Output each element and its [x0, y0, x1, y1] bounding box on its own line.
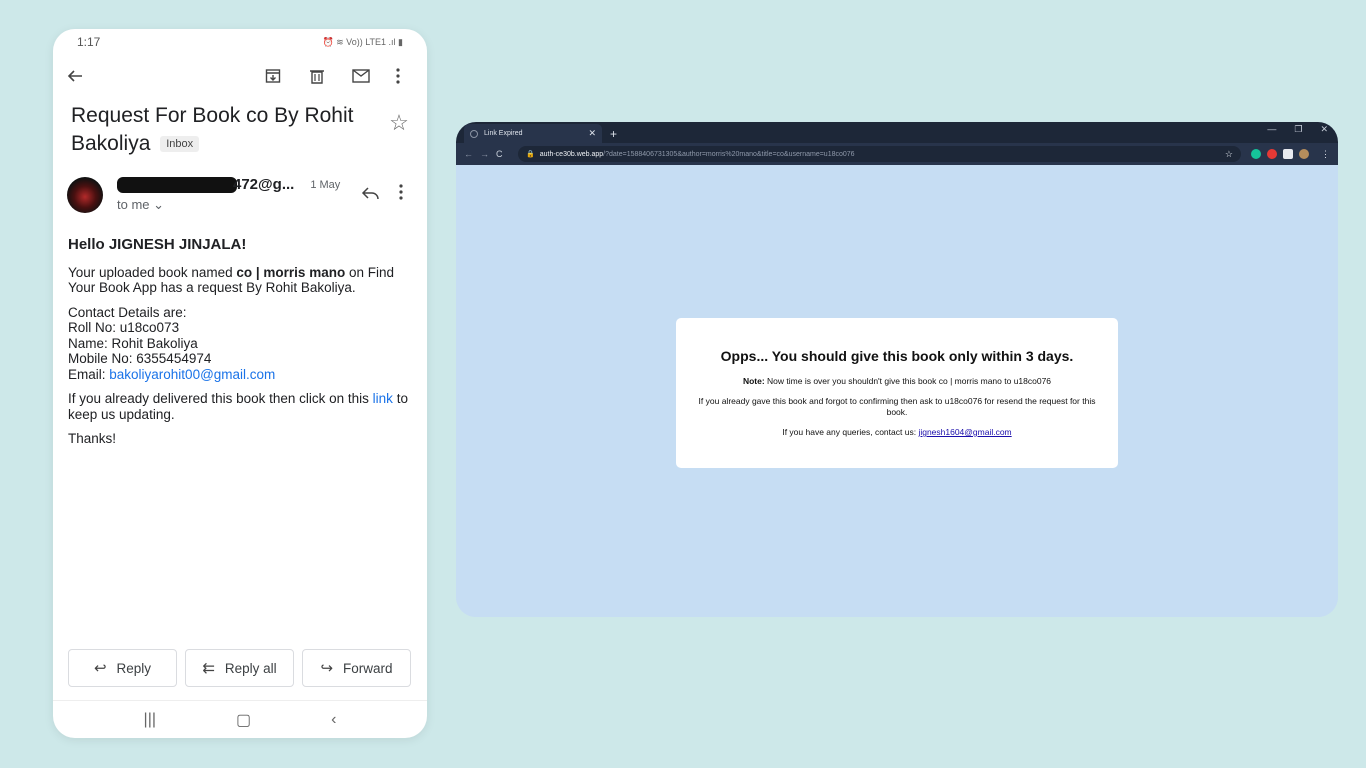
chevron-down-icon: ⌄	[153, 197, 165, 213]
bookmark-star-icon[interactable]: ☆	[1225, 149, 1233, 160]
email-paragraph-request: Your uploaded book named co | morris man…	[68, 265, 412, 296]
browser-tab[interactable]: Link Expired ✕	[464, 124, 602, 143]
extension-icons: ⋮	[1251, 149, 1330, 160]
contact-title: Contact Details are:	[68, 304, 187, 320]
expired-heading: Opps... You should give this book only w…	[720, 348, 1074, 364]
contact-mobile: Mobile No: 6355454974	[68, 351, 212, 367]
expired-note: Note: Now time is over you shouldn't giv…	[676, 376, 1118, 387]
email-actions: ↩ Reply ⇇ Reply all ↪ Forward	[68, 649, 411, 687]
android-nav-bar: ||| ▢ ‹	[53, 700, 427, 738]
subject-row: Request For Book co By Rohit Bakoliya In…	[53, 97, 427, 158]
reply-button[interactable]: ↩ Reply	[68, 649, 177, 687]
forward-icon: ↪	[320, 660, 334, 677]
profile-avatar-icon[interactable]	[1299, 149, 1309, 159]
p3-start: If you already delivered this book then …	[68, 391, 373, 407]
reply-icon: ↩	[93, 660, 107, 677]
back-icon[interactable]: ←	[464, 149, 480, 159]
email-body: Hello JIGNESH JINJALA! Your uploaded boo…	[53, 213, 427, 447]
close-tab-icon[interactable]: ✕	[588, 128, 596, 139]
recents-icon[interactable]: |||	[144, 711, 156, 729]
reply-label: Reply	[116, 660, 152, 676]
forward-nav-icon[interactable]: →	[480, 149, 496, 159]
url-host: auth-ce30b.web.app	[539, 150, 604, 158]
tab-strip: Link Expired ✕ + — ❐ ✕	[456, 122, 1338, 143]
reply-icon[interactable]	[351, 184, 389, 205]
url-input[interactable]: 🔒 auth-ce30b.web.app /?date=158840673130…	[518, 146, 1241, 162]
sender-row: 472@g... 1 May to me ⌄	[53, 158, 427, 213]
forward-label: Forward	[343, 660, 393, 676]
contact-prefix: If you have any queries, contact us:	[782, 427, 919, 437]
email-toolbar	[53, 55, 427, 97]
email-contact-details: Contact Details are: Roll No: u18co073 N…	[68, 305, 412, 383]
email-paragraph-delivered: If you already delivered this book then …	[68, 391, 412, 422]
email-subject: Request For Book co By Rohit Bakoliya In…	[71, 102, 385, 158]
recipients-text: to me	[117, 197, 150, 213]
minimize-icon[interactable]: —	[1267, 124, 1276, 135]
recipients-toggle[interactable]: to me ⌄	[117, 197, 351, 213]
archive-icon[interactable]	[251, 60, 295, 92]
address-bar-row: ← → C 🔒 auth-ce30b.web.app /?date=158840…	[456, 143, 1338, 165]
more-vert-icon[interactable]	[389, 184, 413, 205]
url-path: /?date=1588406731305&author=morris%20man…	[603, 150, 855, 158]
status-icons: ⏰ ≋ Vo)) LTE1 .ıl ▮	[322, 36, 403, 47]
grammarly-extension-icon[interactable]	[1251, 149, 1261, 159]
new-tab-icon[interactable]: +	[610, 127, 617, 141]
nav-back-icon[interactable]: ‹	[331, 711, 336, 729]
reply-all-icon: ⇇	[202, 660, 215, 677]
lock-icon: 🔒	[526, 151, 535, 158]
contact-email-label: Email:	[68, 366, 110, 382]
resend-instructions: If you already gave this book and forgot…	[698, 396, 1096, 417]
inbox-label-badge[interactable]: Inbox	[160, 136, 200, 153]
reply-all-label: Reply all	[224, 660, 277, 676]
note-label: Note:	[742, 376, 765, 386]
close-window-icon[interactable]: ✕	[1320, 124, 1328, 135]
window-controls: — ❐ ✕	[1267, 124, 1328, 135]
expired-message-card: Opps... You should give this book only w…	[676, 318, 1118, 468]
reload-icon[interactable]: C	[496, 149, 512, 159]
contact-roll: Roll No: u18co073	[68, 320, 180, 336]
avatar[interactable]	[67, 176, 103, 213]
status-time: 1:17	[77, 35, 101, 49]
sender-date: 1 May	[310, 178, 341, 191]
delete-icon[interactable]	[295, 60, 339, 92]
star-icon[interactable]: ☆	[385, 110, 413, 136]
extension-icon-square[interactable]	[1283, 149, 1293, 159]
mail-icon[interactable]	[339, 60, 383, 92]
redaction-bar	[117, 177, 237, 194]
home-icon[interactable]: ▢	[236, 710, 251, 730]
p1-start: Your uploaded book named	[68, 264, 237, 280]
reply-all-button[interactable]: ⇇ Reply all	[185, 649, 294, 687]
subject-text: Request For Book co By Rohit Bakoliya	[71, 104, 354, 155]
contact-line: If you have any queries, contact us: jig…	[676, 427, 1118, 438]
restore-icon[interactable]: ❐	[1294, 124, 1302, 135]
back-arrow-icon[interactable]	[67, 60, 91, 92]
page-viewport: Opps... You should give this book only w…	[456, 165, 1338, 617]
note-text: Now time is over you shouldn't give this…	[764, 376, 1052, 386]
tab-favicon-icon	[470, 129, 478, 138]
email-greeting: Hello JIGNESH JINJALA!	[68, 236, 247, 254]
more-vert-icon[interactable]	[383, 60, 413, 92]
extension-icon-red[interactable]	[1267, 149, 1277, 159]
book-name: co | morris mano	[236, 264, 346, 280]
contact-email-link[interactable]: bakoliyarohit00@gmail.com	[109, 367, 275, 382]
phone-screen: 1:17 ⏰ ≋ Vo)) LTE1 .ıl ▮ Request For Boo…	[53, 29, 427, 738]
email-thanks: Thanks!	[68, 431, 117, 447]
contact-name: Name: Rohit Bakoliya	[68, 335, 198, 351]
browser-menu-icon[interactable]: ⋮	[1321, 149, 1330, 160]
sender-email: 472@g...	[117, 176, 295, 194]
status-bar: 1:17 ⏰ ≋ Vo)) LTE1 .ıl ▮	[53, 29, 427, 55]
update-link[interactable]: link	[373, 391, 393, 406]
browser-window: Link Expired ✕ + — ❐ ✕ ← → C 🔒 auth-ce30…	[456, 122, 1338, 617]
forward-button[interactable]: ↪ Forward	[302, 649, 411, 687]
sender-email-text: 472@g...	[233, 176, 295, 193]
sender-info[interactable]: 472@g... 1 May to me ⌄	[117, 176, 351, 213]
contact-email-link[interactable]: jignesh1604@gmail.com	[918, 427, 1011, 437]
tab-title: Link Expired	[484, 130, 523, 137]
